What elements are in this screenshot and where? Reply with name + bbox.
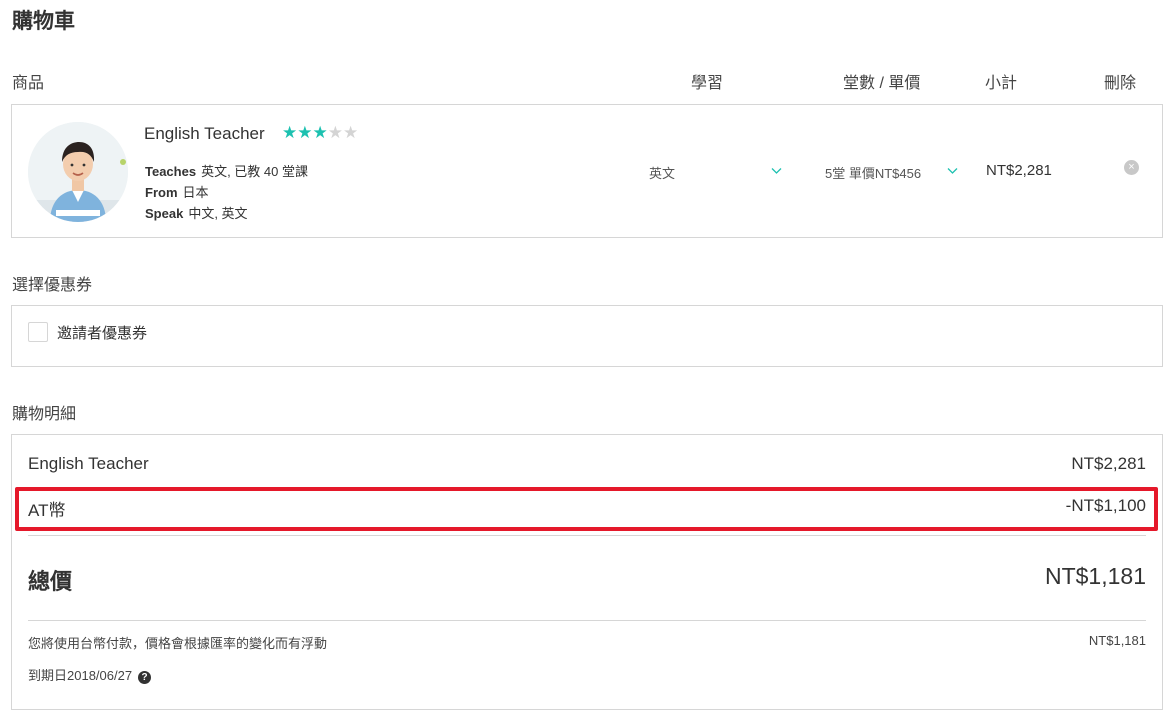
column-header-delete: 刪除: [1104, 75, 1137, 92]
summary-line-value: -NT$1,100: [1065, 496, 1146, 515]
lessons-select[interactable]: 5堂 單價NT$456: [825, 163, 961, 182]
coupon-option-label[interactable]: 邀請者優惠券: [57, 322, 147, 343]
divider: [28, 535, 1146, 536]
summary-line-value: NT$2,281: [1071, 454, 1146, 473]
column-header-learn: 學習: [691, 75, 724, 92]
from-info: From 日本: [145, 182, 209, 201]
star-filled-icon: ★: [312, 123, 328, 142]
column-header-subtotal: 小計: [985, 75, 1018, 92]
expiry-date: 到期日2018/06/27: [28, 668, 133, 683]
cart-item-card: English Teacher ★★★★★ Teaches 英文, 已教 40 堂…: [11, 104, 1163, 238]
total-value: NT$1,181: [1044, 563, 1146, 589]
highlight-annotation-box: [15, 487, 1158, 531]
coupon-checkbox[interactable]: [28, 322, 48, 342]
remove-item-button[interactable]: ×: [1124, 160, 1139, 175]
expiry-info: 到期日2018/06/27?: [28, 665, 152, 684]
question-circle-icon[interactable]: ?: [138, 671, 152, 684]
teacher-name[interactable]: English Teacher: [144, 124, 265, 144]
summary-line-name: English Teacher: [28, 454, 149, 473]
summary-card: English Teacher NT$2,281 AT幣 -NT$1,100 總…: [11, 434, 1163, 710]
learn-language-value: 英文: [649, 166, 676, 181]
summary-section-title: 購物明細: [12, 406, 77, 423]
summary-line-name: AT幣: [28, 501, 66, 520]
divider: [28, 620, 1146, 621]
chevron-down-icon: [947, 164, 958, 178]
star-filled-icon: ★: [297, 123, 313, 142]
speak-info: Speak 中文, 英文: [145, 203, 248, 222]
column-header-product: 商品: [12, 75, 45, 92]
speak-value: 中文, 英文: [188, 206, 248, 221]
star-filled-icon: ★: [282, 123, 298, 142]
chevron-down-icon: [771, 164, 782, 178]
teacher-avatar[interactable]: [28, 122, 128, 222]
teaches-value: 英文, 已教 40 堂課: [201, 164, 308, 179]
item-subtotal: NT$2,281: [986, 162, 1052, 179]
page-title: 購物車: [12, 10, 75, 33]
from-label: From: [145, 185, 178, 200]
currency-note-value: NT$1,181: [1088, 633, 1146, 648]
from-value: 日本: [182, 185, 209, 200]
teaches-info: Teaches 英文, 已教 40 堂課: [145, 161, 308, 180]
teaches-label: Teaches: [145, 164, 197, 179]
lessons-value: 5堂 單價NT$456: [825, 166, 922, 181]
speak-label: Speak: [145, 206, 184, 221]
currency-note: 您將使用台幣付款，價格會根據匯率的變化而有浮動: [28, 636, 328, 651]
learn-language-select[interactable]: 英文: [649, 163, 784, 182]
close-icon: ×: [1128, 161, 1135, 173]
coupon-card: 邀請者優惠券: [11, 305, 1163, 367]
star-empty-icon: ★: [343, 123, 359, 142]
rating-stars: ★★★★★: [282, 123, 358, 143]
star-empty-icon: ★: [327, 123, 343, 142]
column-header-lessons: 堂數 / 單價: [843, 75, 921, 92]
coupon-section-title: 選擇優惠券: [12, 277, 93, 294]
total-label: 總價: [28, 569, 73, 594]
